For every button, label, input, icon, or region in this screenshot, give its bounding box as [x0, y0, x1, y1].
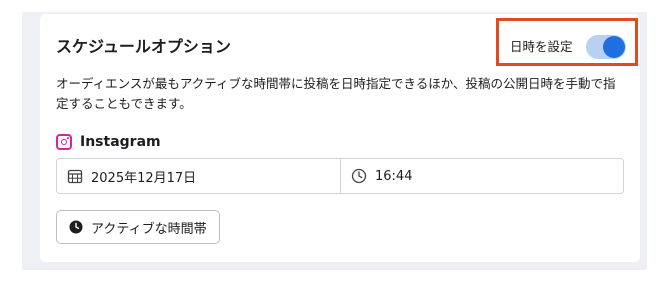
instagram-icon: [56, 134, 72, 150]
clock-icon: [351, 168, 367, 184]
platform-label: Instagram: [56, 132, 161, 152]
time-field[interactable]: 16:44: [340, 158, 624, 194]
set-datetime-label: 日時を設定: [510, 39, 573, 54]
platform-name: Instagram: [80, 134, 161, 150]
calendar-icon: [67, 169, 83, 184]
date-field[interactable]: 2025年12月17日: [56, 158, 341, 194]
date-value: 2025年12月17日: [91, 170, 197, 186]
clock-filled-icon: [69, 220, 83, 234]
time-value: 16:44: [375, 168, 413, 184]
section-title: スケジュールオプション: [56, 37, 231, 56]
set-datetime-toggle[interactable]: [586, 35, 626, 59]
active-times-button[interactable]: アクティブな時間帯: [56, 210, 220, 244]
toggle-knob: [603, 36, 625, 58]
active-times-label: アクティブな時間帯: [91, 221, 207, 237]
schedule-description: オーディエンスが最もアクティブな時間帯に投稿を日時指定できるほか、投稿の公開日時…: [56, 76, 616, 111]
